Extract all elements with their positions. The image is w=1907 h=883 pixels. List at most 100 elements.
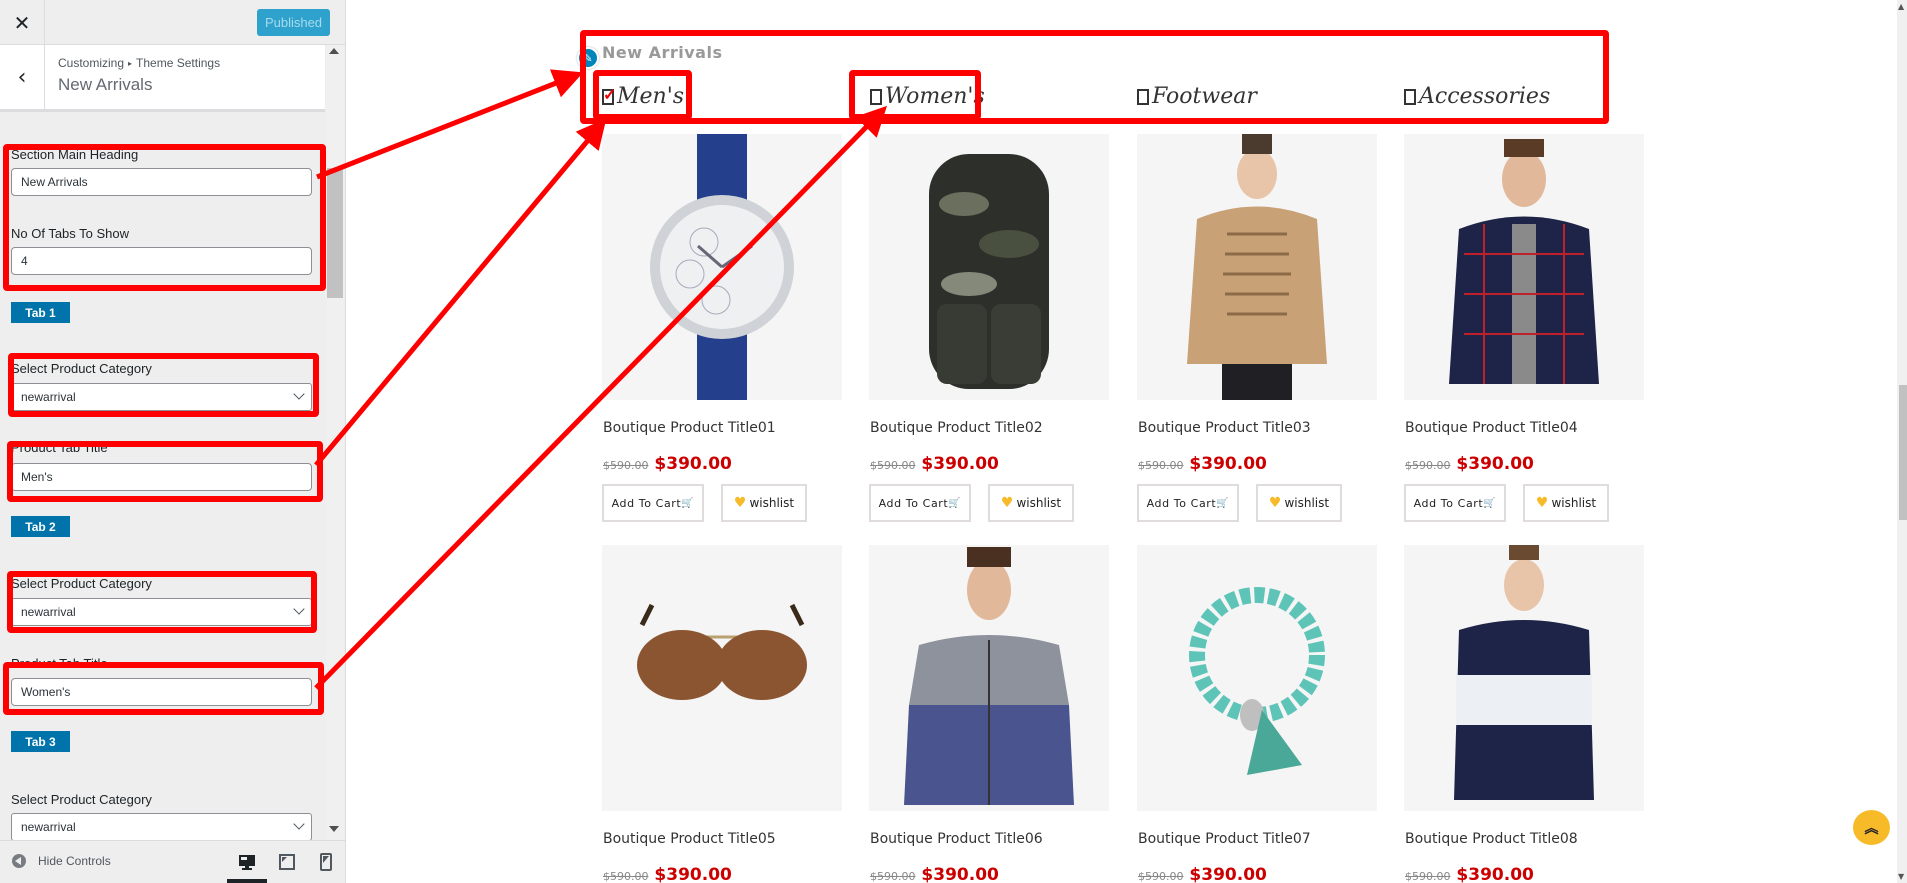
product-title[interactable]: Boutique Product Title08: [1405, 831, 1578, 847]
tab-3-category-select[interactable]: newarrival: [11, 813, 312, 841]
mobile-preview-icon[interactable]: [316, 852, 336, 872]
add-to-cart-button[interactable]: Add To Cart 🛒: [602, 484, 704, 522]
scroll-up-arrow-icon[interactable]: ▲: [1898, 2, 1904, 11]
product-title[interactable]: Boutique Product Title04: [1405, 420, 1578, 436]
tab-3-category-value: newarrival: [21, 820, 76, 834]
desktop-preview-icon[interactable]: [237, 852, 257, 872]
chevron-down-icon: [293, 388, 305, 400]
product-title[interactable]: Boutique Product Title03: [1138, 420, 1311, 436]
main-heading-label: Section Main Heading: [11, 147, 139, 162]
product-title[interactable]: Boutique Product Title06: [870, 831, 1043, 847]
preview-tab-womens[interactable]: Women's: [870, 84, 985, 109]
sale-price: $390.00: [1183, 454, 1267, 474]
tab-3-badge: Tab 3: [11, 731, 70, 752]
customizer-footer: Hide Controls: [0, 840, 345, 883]
preview-tab-label: Accessories: [1419, 84, 1551, 109]
wishlist-button[interactable]: ♥ wishlist: [1256, 484, 1342, 522]
back-to-top-button[interactable]: ︽: [1853, 810, 1890, 845]
back-arrow-icon[interactable]: ‹: [0, 45, 45, 109]
heart-icon: ♥: [1268, 495, 1282, 511]
preview-tab-label: Footwear: [1152, 84, 1257, 109]
sidebar-scrollbar[interactable]: [326, 45, 344, 840]
checkbox-empty-icon: [1137, 88, 1149, 105]
breadcrumb-separator-icon: ▸: [128, 59, 133, 68]
wishlist-button[interactable]: ♥ wishlist: [721, 484, 807, 522]
preview-tab-footwear[interactable]: Footwear: [1137, 84, 1257, 109]
tab-2-category-value: newarrival: [21, 605, 76, 619]
preview-tab-mens[interactable]: Men's: [602, 84, 684, 109]
sidebar-scrollbar-thumb[interactable]: [327, 168, 343, 298]
cart-icon: 🛒: [681, 497, 695, 509]
customizer-topbar: ✕ Published: [0, 0, 345, 45]
preview-tab-accessories[interactable]: Accessories: [1404, 84, 1550, 109]
close-icon[interactable]: ✕: [0, 0, 45, 45]
checkbox-empty-icon: [870, 88, 882, 105]
chevron-down-icon: [293, 818, 305, 830]
tab-1-badge: Tab 1: [11, 302, 70, 323]
main-heading-input[interactable]: New Arrivals: [11, 168, 312, 196]
product-price: $590.00 $390.00: [1405, 865, 1534, 883]
old-price: $590.00: [1138, 459, 1184, 472]
product-card: Boutique Product Title04 $590.00 $390.00 A…: [1404, 134, 1644, 522]
publish-button[interactable]: Published: [257, 9, 330, 36]
tab-2-category-select[interactable]: newarrival: [11, 598, 312, 626]
scroll-up-arrow-icon[interactable]: [329, 48, 339, 54]
breadcrumb-item: Customizing: [58, 56, 125, 70]
wishlist-button[interactable]: ♥ wishlist: [1523, 484, 1609, 522]
scroll-down-arrow-icon[interactable]: ▼: [1898, 872, 1904, 881]
tablet-preview-icon[interactable]: [277, 852, 297, 872]
tab-2-title-input[interactable]: Women's: [11, 678, 312, 706]
product-card: Boutique Product Title01 $590.00 $390.00 A…: [602, 134, 842, 522]
product-image-camo-backpack[interactable]: [869, 134, 1109, 400]
product-price: $590.00 $390.00: [1405, 454, 1534, 474]
cart-icon: 🛒: [1216, 497, 1230, 509]
double-chevron-up-icon: ︽: [1864, 820, 1879, 837]
product-title[interactable]: Boutique Product Title02: [870, 420, 1043, 436]
scroll-down-arrow-icon[interactable]: [329, 826, 339, 832]
sale-price: $390.00: [648, 454, 732, 474]
product-image-aviator-sunglasses[interactable]: [602, 545, 842, 811]
wishlist-label: wishlist: [1551, 496, 1597, 510]
new-arrivals-heading: New Arrivals: [602, 43, 723, 62]
product-price: $590.00 $390.00: [603, 454, 732, 474]
heart-icon: ♥: [733, 495, 747, 511]
tabs-count-input[interactable]: 4: [11, 247, 312, 275]
old-price: $590.00: [870, 459, 916, 472]
tab-1-title-input[interactable]: Men's: [11, 463, 312, 491]
preview-tab-label: Women's: [885, 84, 985, 109]
hide-controls-label: Hide Controls: [38, 854, 111, 868]
cart-icon: 🛒: [948, 497, 962, 509]
product-title[interactable]: Boutique Product Title07: [1138, 831, 1311, 847]
product-title[interactable]: Boutique Product Title01: [603, 420, 776, 436]
section-title: New Arrivals: [58, 75, 153, 94]
preview-scrollbar-thumb[interactable]: [1899, 385, 1907, 520]
tab-2-title-label: Product Tab Title: [11, 656, 108, 671]
add-to-cart-button[interactable]: Add To Cart 🛒: [1137, 484, 1239, 522]
tab-1-title-label: Product Tab Title: [11, 440, 108, 455]
product-image-bead-bracelet[interactable]: [1137, 545, 1377, 811]
add-to-cart-button[interactable]: Add To Cart 🛒: [869, 484, 971, 522]
hide-controls-button[interactable]: Hide Controls: [12, 854, 111, 868]
product-image-wristwatch[interactable]: [602, 134, 842, 400]
product-image-plaid-shirt[interactable]: [1404, 134, 1644, 400]
product-image-striped-top[interactable]: [1404, 545, 1644, 811]
heart-icon: ♥: [1535, 495, 1549, 511]
wishlist-button[interactable]: ♥ wishlist: [988, 484, 1074, 522]
sale-price: $390.00: [1183, 865, 1267, 883]
tab-1-category-select[interactable]: newarrival: [11, 383, 312, 411]
product-card: Boutique Product Title03 $590.00 $390.00 A…: [1137, 134, 1377, 522]
old-price: $590.00: [870, 870, 916, 883]
tab-3-category-label: Select Product Category: [11, 792, 152, 807]
add-to-cart-button[interactable]: Add To Cart 🛒: [1404, 484, 1506, 522]
tab-2-badge: Tab 2: [11, 516, 70, 537]
product-image-ruffle-blouse[interactable]: [1137, 134, 1377, 400]
wishlist-label: wishlist: [1016, 496, 1062, 510]
preview-tab-label: Men's: [617, 84, 685, 109]
edit-pencil-icon[interactable]: ✎: [577, 47, 599, 69]
old-price: $590.00: [1405, 459, 1451, 472]
add-to-cart-label: Add To Cart: [611, 496, 682, 510]
product-title[interactable]: Boutique Product Title05: [603, 831, 776, 847]
product-card: Boutique Product Title07 $590.00 $390.00: [1137, 545, 1377, 883]
sale-price: $390.00: [648, 865, 732, 883]
product-image-bomber-jacket[interactable]: [869, 545, 1109, 811]
